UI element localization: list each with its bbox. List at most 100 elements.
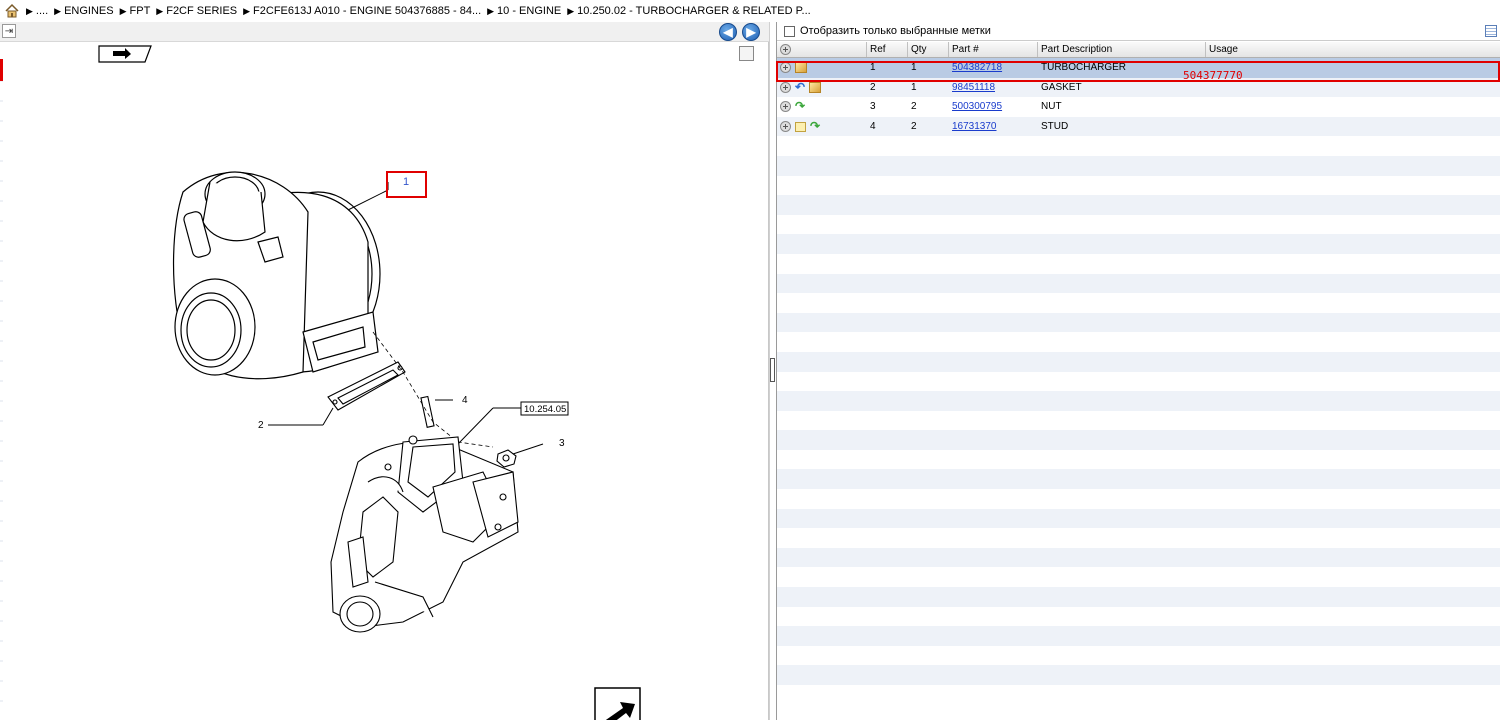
cell-qty: 1 xyxy=(911,81,917,93)
cell-description: NUT xyxy=(1041,101,1062,113)
cell-qty: 1 xyxy=(911,62,917,74)
breadcrumb-item-engine-model[interactable]: ▶ F2CFE613J A010 - ENGINE 504376885 - 84.… xyxy=(243,5,481,17)
empty-row xyxy=(777,645,1500,666)
breadcrumb-item-fpt[interactable]: ▶ FPT xyxy=(120,5,151,17)
filter-bar: Отобразить только выбранные метки xyxy=(777,22,1500,41)
home-icon[interactable] xyxy=(4,3,20,19)
breadcrumb-item-engine-group[interactable]: ▶ 10 - ENGINE xyxy=(487,5,561,17)
callout-4[interactable]: 4 xyxy=(462,395,468,406)
grid-options-icon[interactable] xyxy=(1485,25,1497,37)
collapse-panel-button[interactable]: ⇥ xyxy=(2,24,16,38)
nav-forward-button[interactable]: ▶ xyxy=(742,23,760,41)
empty-row xyxy=(777,371,1500,392)
part-box-icon xyxy=(809,81,822,93)
replacement-arrow-icon: ↷ xyxy=(810,119,821,134)
diagram-panel: ⇥ ◀ ▶ 1 2 4 3 10.254.05 xyxy=(0,22,769,723)
header-description[interactable]: Part Description xyxy=(1038,42,1206,57)
return-to-parent-icon[interactable] xyxy=(594,687,641,723)
row-controls: ↷ xyxy=(777,99,867,114)
empty-row xyxy=(777,665,1500,685)
empty-row xyxy=(777,253,1500,274)
view-toggle-button[interactable] xyxy=(739,46,754,61)
table-header: Ref Qty Part # Part Description Usage xyxy=(777,42,1500,58)
empty-row xyxy=(777,587,1500,607)
diagram-toolbar: ⇥ ◀ ▶ xyxy=(0,22,769,42)
row-controls: ↷ xyxy=(777,119,867,134)
replacement-arrow-icon: ↷ xyxy=(795,99,806,114)
page-tag-icon[interactable] xyxy=(98,45,152,63)
cell-qty: 2 xyxy=(911,121,917,133)
empty-row xyxy=(777,234,1500,254)
empty-row xyxy=(777,606,1500,627)
empty-row xyxy=(777,547,1500,568)
table-row[interactable]: ↶ 2 1 98451118 GASKET xyxy=(777,77,1500,98)
breadcrumb-label[interactable]: .... xyxy=(36,5,48,17)
empty-row xyxy=(777,489,1500,509)
breadcrumb-label[interactable]: 10.250.02 - TURBOCHARGER & RELATED P... xyxy=(577,5,811,17)
table-row[interactable]: ↷ 3 2 500300795 NUT xyxy=(777,97,1500,117)
table-body: 1 1 504382718 TURBOCHARGER ↶ 2 1 9845111… xyxy=(777,58,1500,705)
cell-qty: 2 xyxy=(911,101,917,113)
empty-row xyxy=(777,430,1500,450)
breadcrumb-label[interactable]: F2CF SERIES xyxy=(166,5,237,17)
stud-drawing xyxy=(420,395,435,428)
callout-3[interactable]: 3 xyxy=(559,438,565,449)
empty-row xyxy=(777,351,1500,372)
reference-link-10-254-05[interactable]: 10.254.05 xyxy=(524,404,566,415)
show-selected-only-checkbox[interactable] xyxy=(784,25,795,37)
cell-ref: 4 xyxy=(870,121,876,133)
parts-list-panel: Отобразить только выбранные метки Ref Qt… xyxy=(776,22,1500,720)
replaced-by-arrow-icon: ↶ xyxy=(795,79,806,94)
exploded-diagram[interactable]: 1 2 4 3 10.254.05 xyxy=(3,42,768,723)
breadcrumb-item-current[interactable]: ▶ 10.250.02 - TURBOCHARGER & RELATED P... xyxy=(567,5,810,17)
breadcrumb-label[interactable]: 10 - ENGINE xyxy=(497,5,561,17)
expand-row-icon[interactable] xyxy=(780,121,791,133)
gasket-drawing xyxy=(327,361,406,411)
part-number-link[interactable]: 504382718 xyxy=(949,62,1038,73)
part-number-link[interactable]: 16731370 xyxy=(949,121,1038,132)
header-part-number[interactable]: Part # xyxy=(949,42,1038,57)
expand-row-icon[interactable] xyxy=(780,62,791,74)
nav-back-button[interactable]: ◀ xyxy=(719,23,737,41)
nut-drawing xyxy=(496,449,517,468)
expand-all-icon[interactable] xyxy=(780,44,791,55)
empty-row xyxy=(777,136,1500,156)
empty-row xyxy=(777,175,1500,196)
breadcrumb-item-engines[interactable]: ▶ ENGINES xyxy=(54,5,113,17)
header-usage[interactable]: Usage xyxy=(1206,42,1500,57)
expand-row-icon[interactable] xyxy=(780,101,791,113)
empty-row xyxy=(777,626,1500,646)
breadcrumb-item-series[interactable]: ▶ F2CF SERIES xyxy=(156,5,237,17)
empty-row xyxy=(777,685,1500,705)
breadcrumb-label[interactable]: F2CFE613J A010 - ENGINE 504376885 - 84..… xyxy=(253,5,481,17)
table-row[interactable]: 1 1 504382718 TURBOCHARGER xyxy=(777,58,1500,78)
header-expand[interactable] xyxy=(777,42,867,57)
callout-2[interactable]: 2 xyxy=(258,420,264,431)
empty-row xyxy=(777,391,1500,411)
expand-row-icon[interactable] xyxy=(780,81,791,93)
empty-row xyxy=(777,508,1500,529)
part-number-link[interactable]: 500300795 xyxy=(949,101,1038,112)
cell-ref: 3 xyxy=(870,101,876,113)
parts-table: Ref Qty Part # Part Description Usage 1 … xyxy=(777,42,1500,705)
empty-row xyxy=(777,214,1500,235)
cell-ref: 1 xyxy=(870,62,876,74)
empty-row xyxy=(777,528,1500,548)
header-ref[interactable]: Ref xyxy=(867,42,908,57)
empty-row xyxy=(777,293,1500,313)
breadcrumb-label[interactable]: ENGINES xyxy=(64,5,114,17)
panel-splitter[interactable] xyxy=(769,22,776,720)
part-number-link[interactable]: 98451118 xyxy=(949,82,1038,93)
exhaust-manifold-drawing xyxy=(330,435,519,633)
turbocharger-drawing xyxy=(172,171,381,380)
filter-label: Отобразить только выбранные метки xyxy=(800,25,991,37)
empty-row xyxy=(777,155,1500,176)
breadcrumb-item-root[interactable]: ▶.... xyxy=(26,5,48,17)
splitter-handle[interactable] xyxy=(770,358,775,382)
breadcrumb-label[interactable]: FPT xyxy=(130,5,151,17)
row-controls: ↶ xyxy=(777,79,867,94)
header-qty[interactable]: Qty xyxy=(908,42,949,57)
annotation-replacement-number: 504377770 xyxy=(1183,69,1243,82)
table-row[interactable]: ↷ 4 2 16731370 STUD xyxy=(777,116,1500,137)
breadcrumb: ▶.... ▶ ENGINES ▶ FPT ▶ F2CF SERIES ▶ F2CFE6… xyxy=(0,0,1500,22)
